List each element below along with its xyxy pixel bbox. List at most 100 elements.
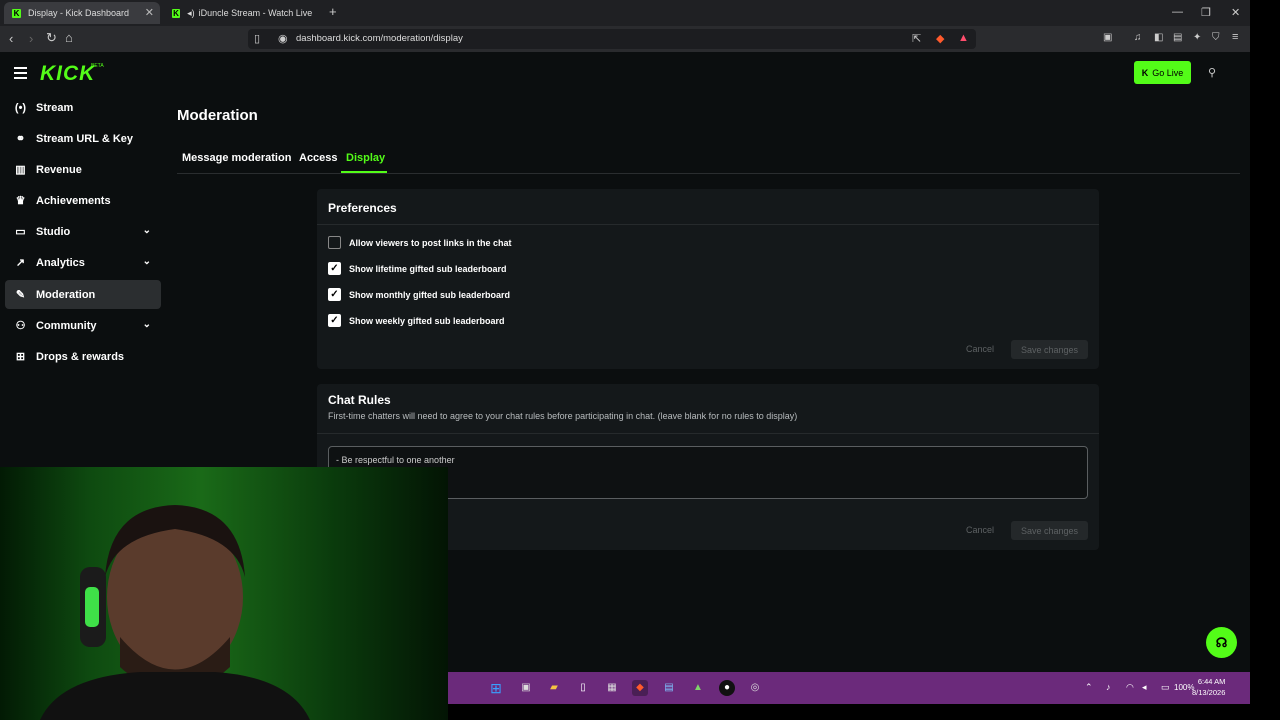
chevron-down-icon[interactable]: ⌄ (143, 319, 151, 330)
cancel-button[interactable]: Cancel (966, 525, 994, 535)
page-title: Moderation (177, 107, 258, 124)
link-icon: ⚭ (15, 133, 26, 145)
site-info-icon[interactable]: ◉ (278, 32, 288, 45)
forward-icon[interactable]: › (29, 31, 33, 46)
back-icon[interactable]: ‹ (9, 31, 13, 46)
support-chat-icon[interactable]: ☊ (1206, 627, 1237, 658)
wallet-icon[interactable]: ▤ (1173, 32, 1182, 43)
windows-start-icon[interactable]: ⊞ (488, 680, 504, 696)
sidebar-item-achievements[interactable]: ♛ Achievements (5, 186, 161, 215)
app-triangle-icon[interactable]: ▲ (690, 680, 706, 696)
system-clock[interactable]: 6:44 AM 8/13/2026 (1192, 676, 1225, 698)
option-label: Show weekly gifted sub leaderboard (349, 315, 505, 326)
browser-nav-bar: ‹ › ↻ ⌂ ▯ ◉ dashboard.kick.com/moderatio… (0, 26, 1250, 52)
volume-icon[interactable]: ◂ (1142, 682, 1147, 693)
video-editor-icon[interactable]: ▦ (604, 680, 620, 696)
browser-tab-dashboard[interactable]: K Display - Kick Dashboard ✕ (4, 2, 160, 24)
sidebar-toggle-icon[interactable]: ◧ (1154, 32, 1163, 43)
sidebar-item-drops-rewards[interactable]: ⊞ Drops & rewards (5, 342, 161, 371)
home-icon[interactable]: ⌂ (65, 30, 73, 45)
record-app-icon[interactable]: ◎ (747, 680, 763, 696)
kick-logo[interactable]: KICK (40, 62, 95, 86)
extension-icon[interactable]: ▣ (1103, 32, 1112, 43)
checkbox-checked[interactable]: ✓ (328, 314, 341, 327)
go-live-button[interactable]: K Go Live (1134, 61, 1191, 84)
tab-display[interactable]: Display (346, 152, 385, 164)
sidebar-item-community[interactable]: ⚇ Community ⌄ (5, 311, 161, 340)
sidebar-item-label: Moderation (36, 288, 96, 301)
option-monthly-leaderboard[interactable]: ✓ Show monthly gifted sub leaderboard (328, 288, 510, 301)
vpn-icon[interactable]: ⛉ (1212, 32, 1220, 43)
gift-icon: ⊞ (15, 351, 26, 363)
notepad-icon[interactable]: ▯ (575, 680, 591, 696)
microphone-icon[interactable]: ♪ (1106, 682, 1111, 692)
sidebar-item-revenue[interactable]: ▥ Revenue (5, 155, 161, 184)
hamburger-menu-icon[interactable] (14, 67, 27, 82)
close-window-icon[interactable]: ✕ (1231, 6, 1240, 19)
chevron-down-icon[interactable]: ⌄ (143, 225, 151, 236)
kick-favicon-icon: K (12, 8, 21, 18)
preferences-card: Preferences Allow viewers to post links … (317, 189, 1099, 369)
sidebar-item-label: Achievements (36, 194, 111, 207)
checkbox-checked[interactable]: ✓ (328, 262, 341, 275)
sidebar-item-label: Studio (36, 225, 71, 238)
browser-tab-stream[interactable]: K ◂) iDuncle Stream - Watch Live on K (164, 2, 320, 24)
option-allow-links[interactable]: Allow viewers to post links in the chat (328, 236, 512, 249)
studio-icon: ▭ (15, 226, 26, 238)
cancel-button[interactable]: Cancel (966, 344, 994, 354)
reload-icon[interactable]: ↻ (46, 30, 57, 46)
restore-icon[interactable]: ❐ (1201, 6, 1211, 19)
brave-browser-icon[interactable]: ◆ (632, 680, 648, 696)
brave-rewards-icon[interactable]: ▲ (958, 32, 969, 44)
menu-icon[interactable]: ≡ (1232, 31, 1238, 43)
music-icon[interactable]: ♫ (1134, 32, 1142, 43)
checkbox[interactable] (328, 236, 341, 249)
option-label: Show lifetime gifted sub leaderboard (349, 263, 507, 274)
option-weekly-leaderboard[interactable]: ✓ Show weekly gifted sub leaderboard (328, 314, 505, 327)
chat-rules-title: Chat Rules (328, 393, 391, 407)
trophy-icon: ♛ (15, 195, 26, 207)
clock-date: 8/13/2026 (1192, 688, 1226, 697)
minimize-icon[interactable]: — (1172, 6, 1183, 18)
clock-time: 6:44 AM (1197, 677, 1226, 686)
option-label: Show monthly gifted sub leaderboard (349, 289, 511, 300)
brave-shield-icon[interactable]: ◆ (936, 32, 944, 45)
beta-tag: BETA (91, 63, 104, 69)
chat-rules-value[interactable]: - Be respectful to one another (336, 455, 455, 465)
option-lifetime-leaderboard[interactable]: ✓ Show lifetime gifted sub leaderboard (328, 262, 507, 275)
bookmark-icon[interactable]: ▯ (254, 32, 260, 45)
obs-icon[interactable]: ● (719, 680, 735, 696)
leo-ai-icon[interactable]: ✦ (1193, 32, 1201, 43)
webcam-person-silhouette (40, 505, 310, 720)
analytics-icon: ↗ (15, 257, 26, 269)
sidebar-item-studio[interactable]: ▭ Studio ⌄ (5, 217, 161, 246)
calculator-icon[interactable]: ▤ (661, 680, 677, 696)
chevron-down-icon[interactable]: ⌄ (143, 256, 151, 267)
divider (317, 433, 1099, 434)
tab-title: Display - Kick Dashboard (28, 8, 130, 18)
kick-icon: K (1141, 67, 1149, 78)
share-icon[interactable]: ⇱ (912, 32, 921, 45)
sidebar-item-stream[interactable]: (•) Stream (5, 93, 161, 122)
screen-bottom-edge (448, 704, 1250, 720)
file-explorer-icon[interactable]: ▰ (546, 680, 562, 696)
new-tab-button[interactable]: + (329, 4, 337, 19)
save-changes-button[interactable]: Save changes (1011, 521, 1088, 540)
tabs-divider (177, 173, 1240, 174)
sidebar-item-label: Drops & rewards (36, 350, 125, 363)
checkbox-checked[interactable]: ✓ (328, 288, 341, 301)
tab-message-moderation[interactable]: Message moderation (182, 152, 291, 164)
address-bar[interactable]: ▯ ◉ dashboard.kick.com/moderation/displa… (248, 29, 976, 49)
url-text[interactable]: dashboard.kick.com/moderation/display (296, 33, 463, 44)
sidebar-item-stream-url-key[interactable]: ⚭ Stream URL & Key (5, 124, 161, 153)
task-view-icon[interactable]: ▣ (518, 680, 534, 696)
close-tab-icon[interactable]: ✕ (145, 6, 154, 19)
sidebar-item-moderation[interactable]: ✎ Moderation (5, 280, 161, 309)
tray-chevron-icon[interactable]: ⌃ (1085, 682, 1093, 693)
wifi-icon[interactable]: ◠ (1126, 682, 1134, 693)
save-changes-button[interactable]: Save changes (1011, 340, 1088, 359)
battery-icon[interactable]: ▭ (1161, 682, 1170, 693)
sidebar-item-analytics[interactable]: ↗ Analytics ⌄ (5, 248, 161, 277)
user-avatar-icon[interactable]: ⚲ (1208, 66, 1216, 79)
tab-access[interactable]: Access (299, 152, 338, 164)
